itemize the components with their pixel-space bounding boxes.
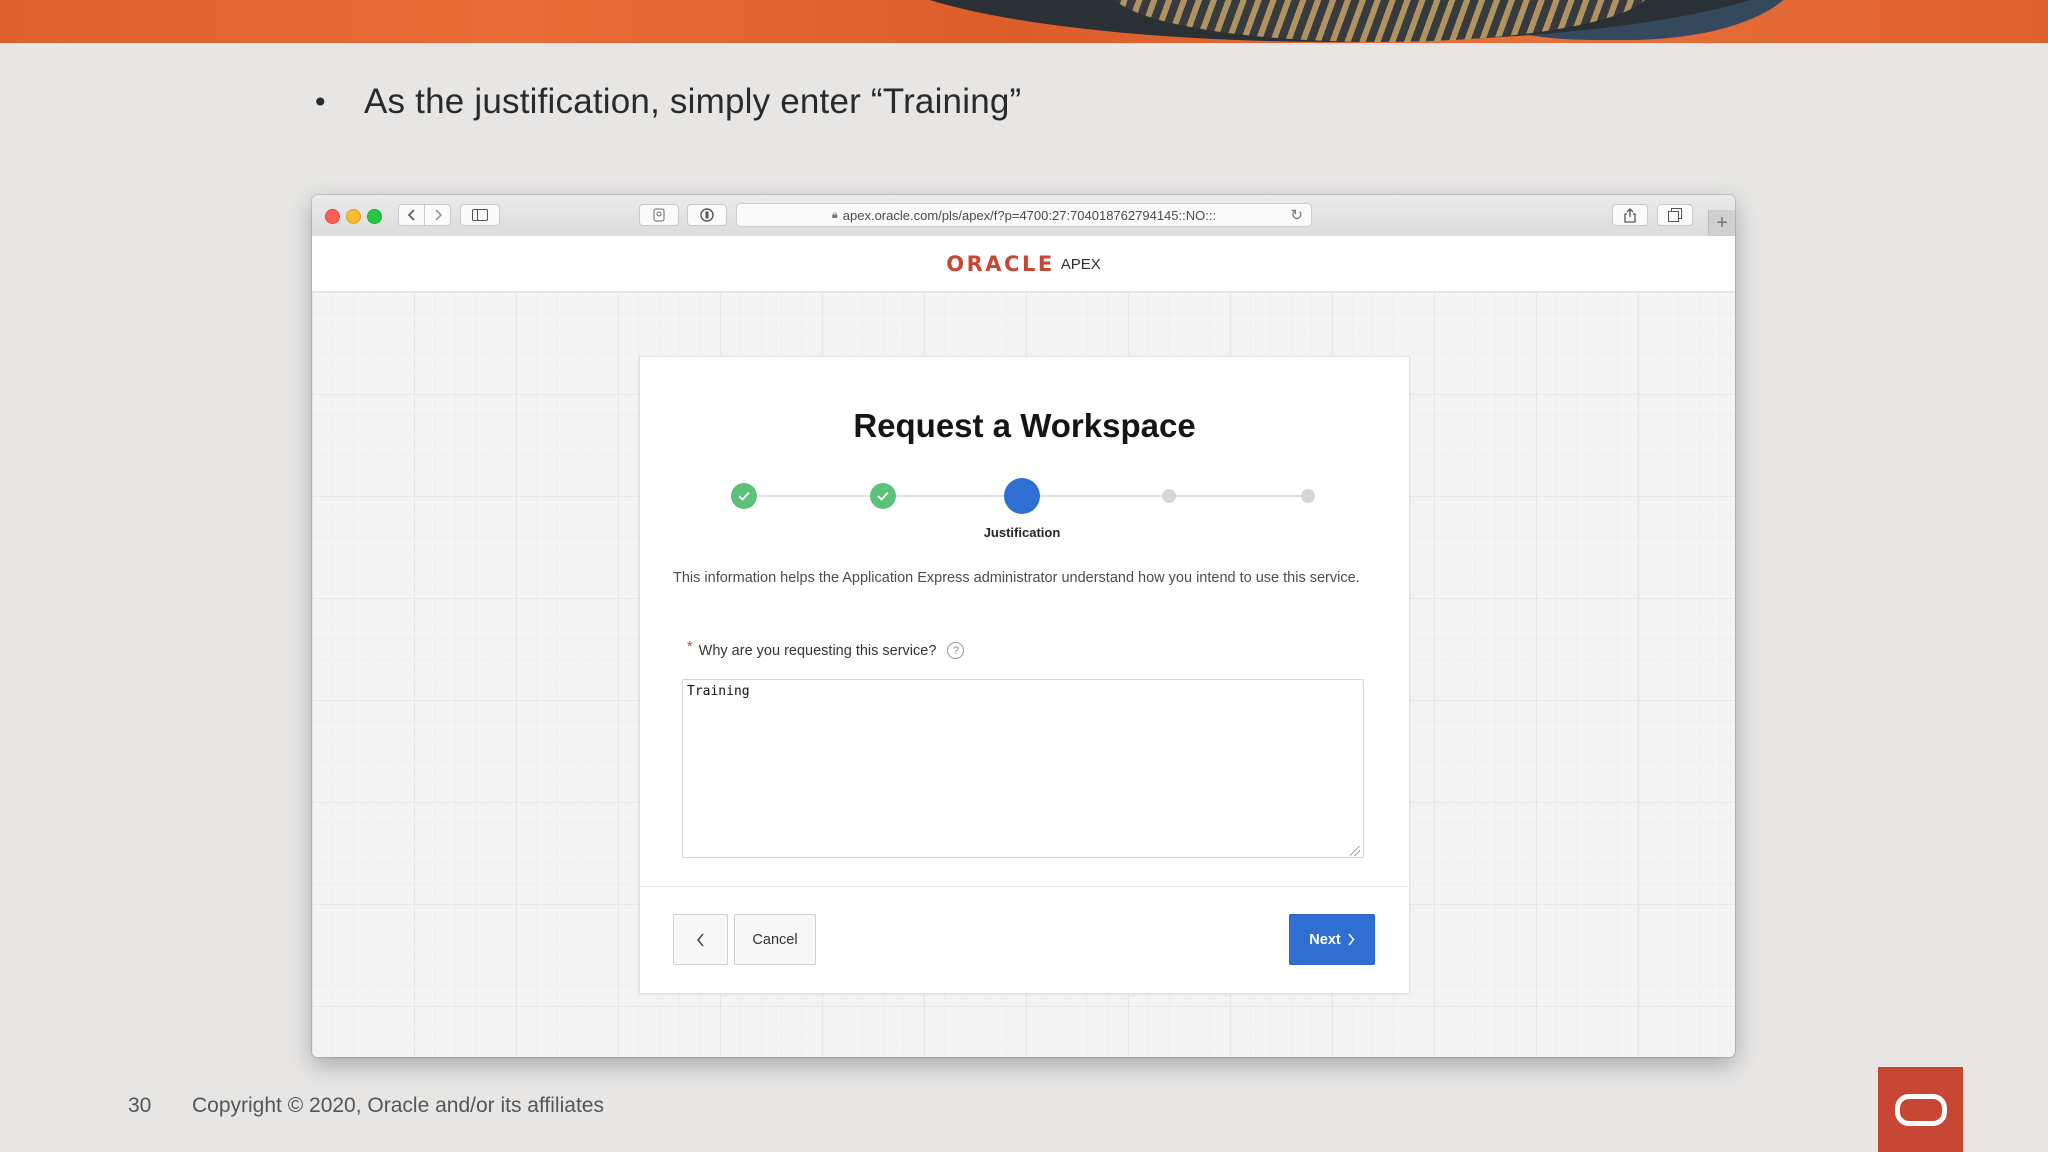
next-button[interactable]: Next [1289, 914, 1375, 965]
previous-button[interactable] [673, 914, 728, 965]
page-title: Request a Workspace [853, 407, 1196, 444]
zoom-window-button[interactable] [367, 209, 382, 224]
copyright-text: Copyright © 2020, Oracle and/or its affi… [192, 1094, 604, 1117]
help-text: This information helps the Application E… [673, 570, 1360, 586]
chevron-left-icon [697, 933, 704, 946]
justification-label: * Why are you requesting this service? ? [687, 638, 965, 659]
new-tab-icon[interactable]: + [1708, 210, 1735, 236]
slide-page-number: 30 [128, 1094, 152, 1117]
apex-header: ORACLE APEX [312, 236, 1735, 292]
wizard-progress: Justification [640, 478, 1409, 541]
step-3-current [1004, 478, 1040, 514]
oracle-badge-logo [1878, 1067, 1963, 1152]
justification-textarea[interactable] [682, 679, 1364, 858]
resize-handle-icon[interactable] [1350, 846, 1360, 856]
wizard-card: Request a Workspace Justification This i… [639, 356, 1410, 994]
privacy-button[interactable] [639, 204, 679, 226]
next-button-label: Next [1309, 931, 1341, 948]
tabs-icon [1668, 208, 1682, 222]
required-marker: * [687, 638, 693, 655]
forward-button[interactable] [424, 204, 451, 226]
share-button[interactable] [1612, 204, 1648, 226]
wizard-footer: Cancel Next [640, 886, 1409, 994]
help-icon[interactable]: ? [947, 642, 965, 659]
tab-overview-button[interactable] [1657, 204, 1693, 226]
browser-toolbar: 🔒︎ apex.oracle.com/pls/apex/f?p=4700:27:… [312, 195, 1735, 237]
cancel-button[interactable]: Cancel [734, 914, 816, 965]
close-window-button[interactable] [325, 209, 340, 224]
check-icon [738, 491, 750, 501]
url-text: apex.oracle.com/pls/apex/f?p=4700:27:704… [842, 207, 1217, 223]
check-icon [877, 491, 889, 501]
slide-bullet: • As the justification, simply enter “Tr… [312, 82, 1021, 122]
tracker-icon [700, 208, 714, 222]
step-3-label: Justification [983, 525, 1061, 540]
back-icon [407, 209, 415, 221]
tracker-button[interactable] [687, 204, 727, 226]
minimize-window-button[interactable] [346, 209, 361, 224]
sidebar-toggle-button[interactable] [460, 204, 500, 226]
justification-label-text: Why are you requesting this service? [698, 642, 937, 659]
app-background: Request a Workspace Justification This i… [312, 292, 1735, 1057]
forward-icon [434, 209, 442, 221]
step-5-future [1301, 489, 1315, 503]
lock-icon: 🔒︎ [831, 208, 838, 221]
step-4-future [1162, 489, 1176, 503]
step-1-done [731, 483, 757, 509]
privacy-icon [653, 208, 665, 222]
step-2-done [870, 483, 896, 509]
browser-window: 🔒︎ apex.oracle.com/pls/apex/f?p=4700:27:… [312, 195, 1735, 1057]
back-button[interactable] [398, 204, 425, 226]
oracle-logo: ORACLE [946, 251, 1055, 276]
oracle-o-icon [1894, 1093, 1947, 1126]
share-icon [1624, 207, 1636, 223]
sidebar-icon [472, 209, 488, 221]
reload-icon[interactable]: ↻ [1290, 206, 1303, 224]
decorative-banner [0, 0, 2048, 43]
bullet-text: As the justification, simply enter “Trai… [364, 82, 1022, 121]
address-bar[interactable]: 🔒︎ apex.oracle.com/pls/apex/f?p=4700:27:… [736, 203, 1312, 227]
chevron-right-icon [1348, 933, 1355, 946]
bullet-symbol: • [312, 85, 329, 119]
apex-logo: APEX [1060, 256, 1101, 273]
